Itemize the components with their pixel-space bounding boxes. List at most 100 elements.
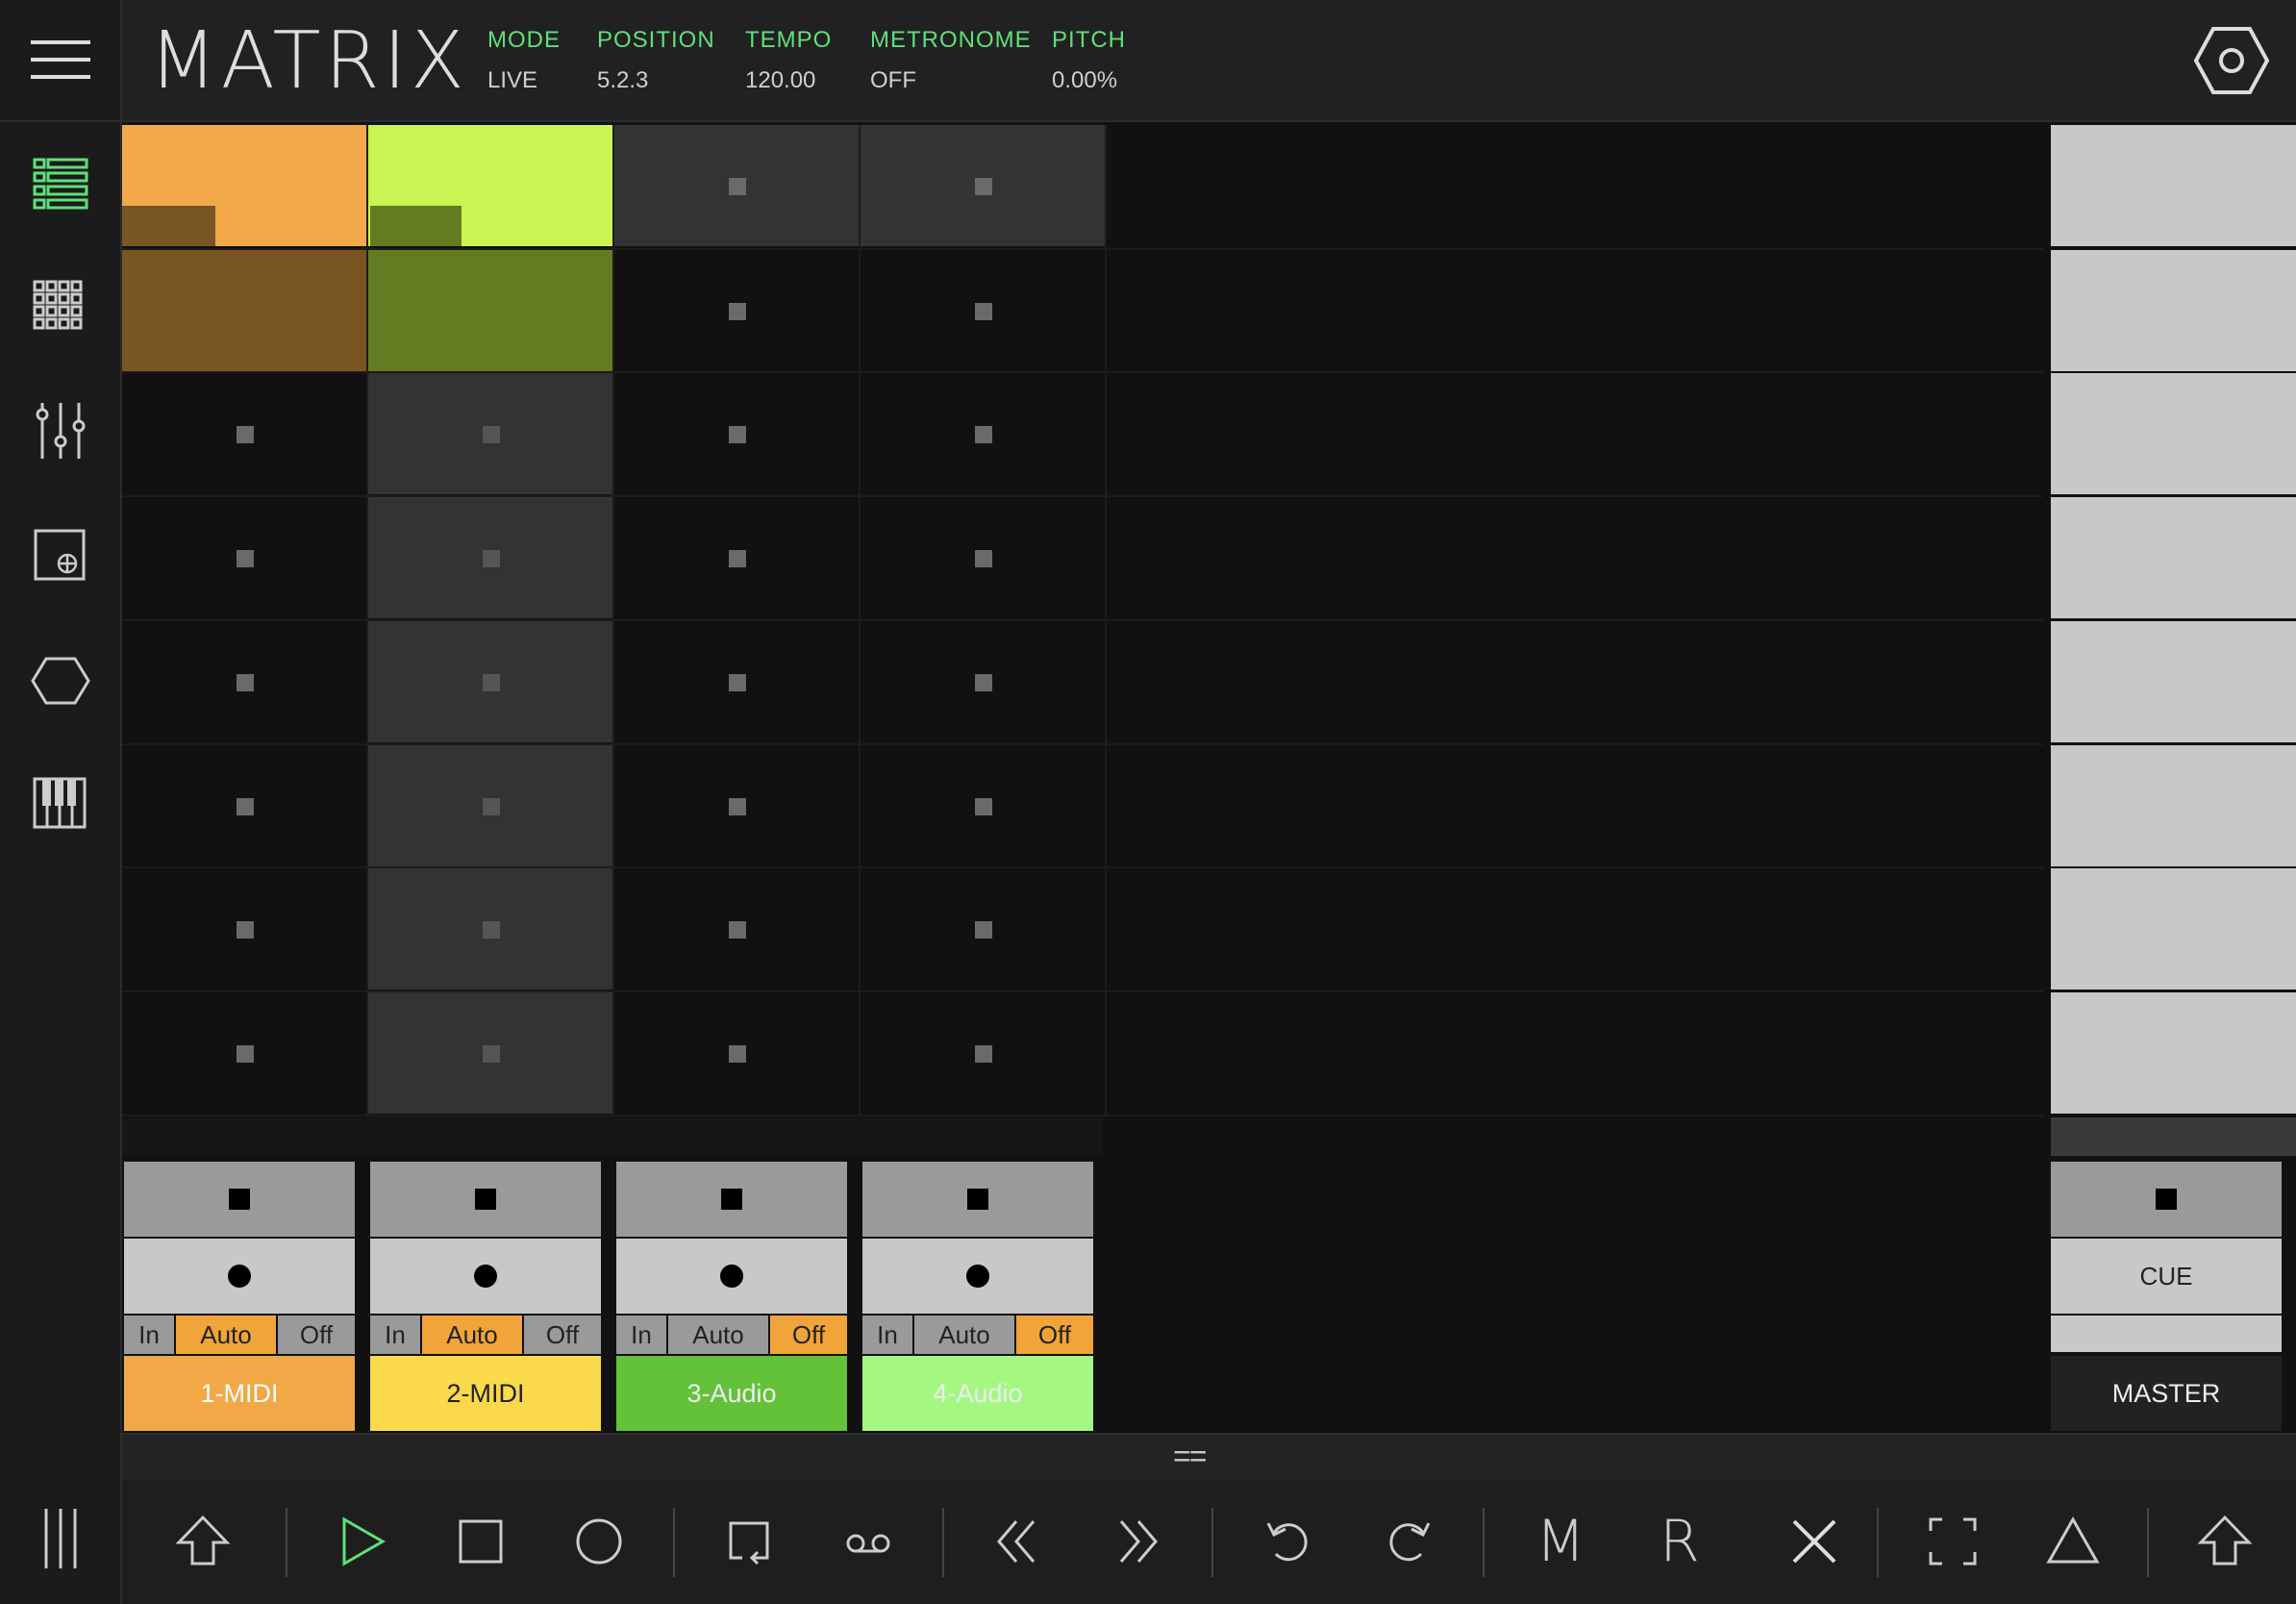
clip-slot-t2-s1[interactable]	[368, 125, 612, 246]
clip-slot-t3-s7[interactable]	[614, 868, 859, 990]
clip-slot-t1-s1[interactable]	[122, 125, 366, 246]
monitor-auto[interactable]: Auto	[914, 1316, 1014, 1354]
clip-slot-t3-s2[interactable]	[614, 250, 859, 371]
track-name[interactable]: 2-MIDI	[370, 1356, 601, 1431]
clip-slot-t3-s1[interactable]	[614, 125, 859, 246]
monitor-in[interactable]: In	[370, 1316, 420, 1354]
scene-launch-1[interactable]	[2051, 125, 2296, 246]
master-track-name[interactable]: MASTER	[2051, 1356, 2282, 1431]
track-name[interactable]: 3-Audio	[616, 1356, 847, 1431]
arm-button[interactable]	[124, 1239, 355, 1314]
clip-slot-t4-s5[interactable]	[861, 621, 1105, 742]
columns-icon[interactable]	[29, 1507, 92, 1570]
scene-launch-8[interactable]	[2051, 992, 2296, 1114]
scene-launch-3[interactable]	[2051, 373, 2296, 494]
stop-all-clips-button[interactable]	[2051, 1162, 2282, 1237]
monitor-off[interactable]: Off	[278, 1316, 355, 1354]
clip-stop-button[interactable]	[616, 1162, 847, 1237]
delete-icon[interactable]	[1781, 1508, 1848, 1575]
clip-slot-t2-s2[interactable]	[368, 250, 612, 371]
tempo-field[interactable]: TEMPO 120.00	[745, 27, 832, 94]
cue-button[interactable]: CUE	[2051, 1239, 2282, 1314]
monitor-off[interactable]: Off	[524, 1316, 601, 1354]
panel-resize-handle[interactable]: ==	[122, 1433, 2296, 1483]
device-add-icon[interactable]	[29, 524, 92, 588]
stop-icon[interactable]	[447, 1508, 514, 1575]
monitor-in[interactable]: In	[124, 1316, 174, 1354]
scene-launch-6[interactable]	[2051, 745, 2296, 866]
triangle-icon[interactable]	[2039, 1508, 2107, 1575]
shift-icon[interactable]	[2191, 1508, 2259, 1575]
clip-slot-t3-s8[interactable]	[614, 992, 859, 1114]
metronome-field[interactable]: METRONOME OFF	[870, 27, 1032, 94]
clip-slot-t4-s6[interactable]	[861, 745, 1105, 866]
clip-list-icon[interactable]	[29, 154, 92, 217]
clip-slot-t2-s6[interactable]	[368, 745, 612, 866]
pad-grid-icon[interactable]	[29, 276, 92, 339]
clip-slot-t4-s1[interactable]	[861, 125, 1105, 246]
clip-slot-t2-s7[interactable]	[368, 868, 612, 990]
scene-launch-5[interactable]	[2051, 621, 2296, 742]
arm-button[interactable]	[616, 1239, 847, 1314]
scene-launch-2[interactable]	[2051, 250, 2296, 371]
clip-slot-t1-s8[interactable]	[122, 992, 366, 1114]
record-arm-icon[interactable]: R	[1646, 1508, 1713, 1575]
clip-slot-t3-s4[interactable]	[614, 497, 859, 618]
empty-slot-icon	[483, 798, 500, 815]
mode-field[interactable]: MODE LIVE	[487, 27, 561, 94]
scene-launch-7[interactable]	[2051, 868, 2296, 990]
arm-button[interactable]	[370, 1239, 601, 1314]
clip-slot-t3-s3[interactable]	[614, 373, 859, 494]
clip-slot-t2-s4[interactable]	[368, 497, 612, 618]
clip-slot-t3-s5[interactable]	[614, 621, 859, 742]
clip-slot-t4-s2[interactable]	[861, 250, 1105, 371]
monitor-off[interactable]: Off	[1016, 1316, 1093, 1354]
forward-icon[interactable]	[1104, 1508, 1171, 1575]
loop-icon[interactable]	[715, 1508, 783, 1575]
rewind-icon[interactable]	[984, 1508, 1051, 1575]
clip-slot-t4-s3[interactable]	[861, 373, 1105, 494]
arm-button[interactable]	[862, 1239, 1093, 1314]
clip-slot-t4-s7[interactable]	[861, 868, 1105, 990]
clip-stop-button[interactable]	[370, 1162, 601, 1237]
empty-slot-icon	[975, 178, 992, 195]
overdub-icon[interactable]	[835, 1508, 902, 1575]
clip-slot-t1-s6[interactable]	[122, 745, 366, 866]
clip-slot-t1-s7[interactable]	[122, 868, 366, 990]
monitor-in[interactable]: In	[862, 1316, 912, 1354]
redo-icon[interactable]	[1375, 1508, 1442, 1575]
play-icon[interactable]	[327, 1508, 394, 1575]
settings-button[interactable]	[2192, 21, 2271, 100]
shift-icon[interactable]	[169, 1508, 237, 1575]
monitor-auto[interactable]: Auto	[176, 1316, 276, 1354]
clip-slot-t1-s3[interactable]	[122, 373, 366, 494]
position-field[interactable]: POSITION 5.2.3	[597, 27, 715, 94]
clip-slot-t4-s4[interactable]	[861, 497, 1105, 618]
menu-button[interactable]	[0, 0, 122, 120]
monitor-auto[interactable]: Auto	[668, 1316, 768, 1354]
piano-icon[interactable]	[29, 771, 92, 835]
track-name[interactable]: 1-MIDI	[124, 1356, 355, 1431]
clip-slot-t2-s5[interactable]	[368, 621, 612, 742]
hexagon-icon[interactable]	[29, 649, 92, 713]
clip-slot-t3-s6[interactable]	[614, 745, 859, 866]
undo-icon[interactable]	[1255, 1508, 1322, 1575]
clip-slot-t1-s5[interactable]	[122, 621, 366, 742]
monitor-auto[interactable]: Auto	[422, 1316, 522, 1354]
clip-slot-t2-s3[interactable]	[368, 373, 612, 494]
clip-stop-button[interactable]	[124, 1162, 355, 1237]
scene-launch-4[interactable]	[2051, 497, 2296, 618]
monitor-off[interactable]: Off	[770, 1316, 847, 1354]
track-name[interactable]: 4-Audio	[862, 1356, 1093, 1431]
mute-icon[interactable]: M	[1527, 1508, 1594, 1575]
fullscreen-icon[interactable]	[1919, 1508, 1986, 1575]
record-icon[interactable]	[565, 1508, 633, 1575]
mixer-icon[interactable]	[29, 399, 92, 463]
clip-slot-t1-s2[interactable]	[122, 250, 366, 371]
monitor-in[interactable]: In	[616, 1316, 666, 1354]
pitch-field[interactable]: PITCH 0.00%	[1052, 27, 1126, 94]
clip-slot-t4-s8[interactable]	[861, 992, 1105, 1114]
clip-stop-button[interactable]	[862, 1162, 1093, 1237]
clip-slot-t2-s8[interactable]	[368, 992, 612, 1114]
clip-slot-t1-s4[interactable]	[122, 497, 366, 618]
